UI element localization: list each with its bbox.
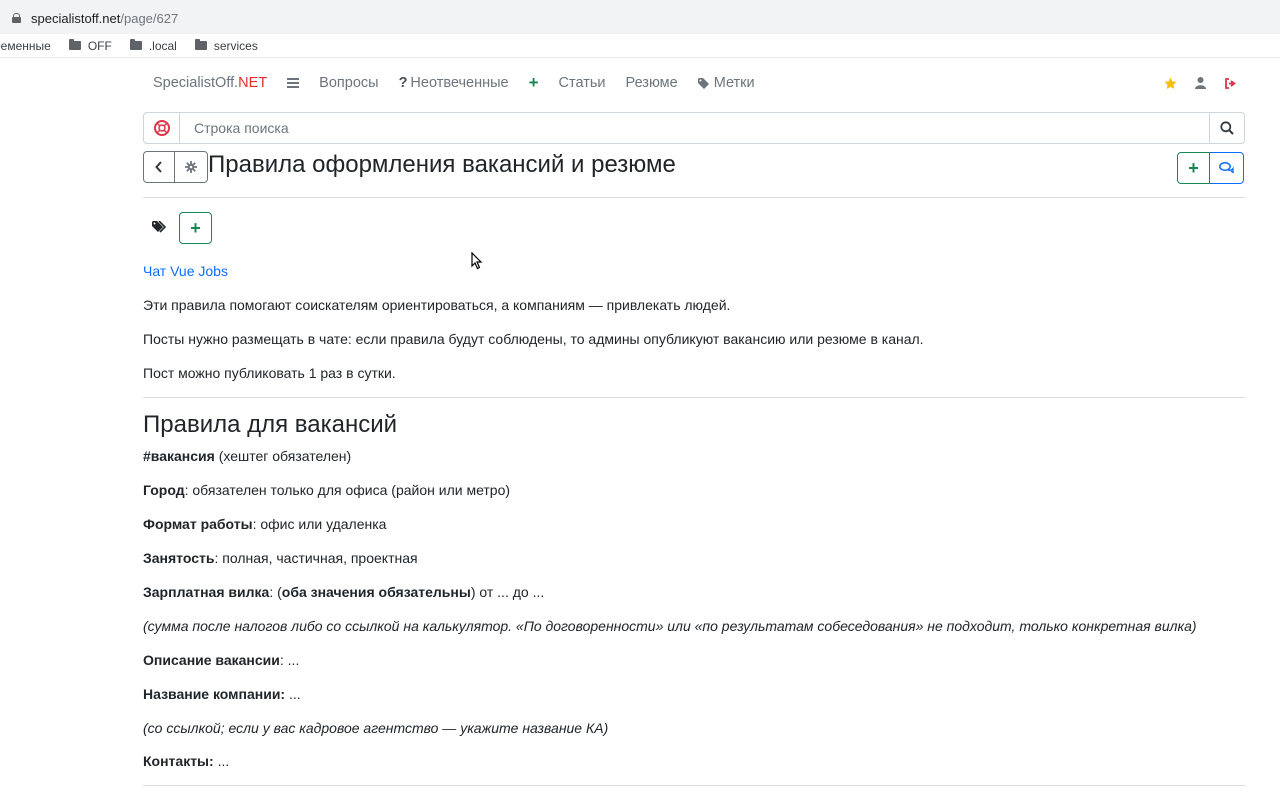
folder-icon: [68, 39, 81, 50]
bookmark-folder-local[interactable]: .local: [129, 38, 177, 53]
add-tag-button[interactable]: +: [179, 212, 212, 244]
chat-link[interactable]: Чат Vue Jobs: [143, 263, 228, 279]
back-button[interactable]: [143, 151, 175, 183]
rule-key: Занятость: [143, 550, 215, 566]
comments-icon: [1219, 162, 1234, 174]
rule-contacts: Контакты: ...: [143, 753, 1245, 769]
section-title: Правила для вакансий: [143, 411, 398, 438]
rule-key: Город: [143, 482, 185, 498]
logout-icon[interactable]: [1224, 77, 1237, 89]
bookmark-folder-off[interactable]: OFF: [68, 38, 112, 53]
folder-icon: [129, 39, 142, 50]
divider: [143, 197, 1245, 198]
address-bar[interactable]: specialistoff.net/page/627: [0, 6, 1266, 30]
star-icon[interactable]: [1164, 77, 1177, 90]
chevron-left-icon: [155, 161, 162, 173]
nav-questions[interactable]: Вопросы: [319, 75, 378, 91]
tag-icon: [697, 77, 709, 89]
rule-key: Описание вакансии: [143, 652, 280, 668]
site-navbar: SpecialistOff.NET Вопросы ? Неотвеченные …: [143, 68, 1245, 98]
bookmarks-bar: ременные OFF .local services: [0, 34, 1280, 58]
lock-icon: [12, 13, 21, 23]
folder-icon: [194, 39, 207, 50]
url-path: /page/627: [120, 10, 179, 26]
intro-paragraph: Посты нужно размещать в чате: если прави…: [143, 331, 924, 347]
rule-value: (хештег обязателен): [214, 448, 352, 464]
brand-link[interactable]: SpecialistOff.NET: [153, 75, 267, 91]
settings-button[interactable]: [174, 151, 208, 183]
rule-key: Название компании:: [143, 686, 286, 702]
bookmark-label: OFF: [87, 38, 112, 53]
add-button[interactable]: +: [1177, 152, 1210, 184]
brand-main: SpecialistOff.: [153, 75, 239, 91]
search-icon[interactable]: [1209, 113, 1244, 143]
browser-toolbar: specialistoff.net/page/627: [0, 0, 1280, 34]
lifebuoy-icon[interactable]: [144, 113, 180, 143]
rule-description: Описание вакансии: ...: [143, 652, 1245, 668]
rule-key: Зарплатная вилка: [143, 584, 270, 600]
search-input[interactable]: [180, 113, 1209, 143]
question-icon: ?: [398, 75, 408, 91]
search-bar: [143, 112, 1245, 144]
nav-resume[interactable]: Резюме: [626, 75, 678, 91]
rule-value: : (: [269, 584, 282, 600]
brand-accent: NET: [238, 75, 268, 91]
intro-paragraph: Пост можно публиковать 1 раз в сутки.: [143, 365, 396, 381]
rule-format: Формат работы: офис или удаленка: [143, 516, 1245, 532]
tags-icon: [152, 220, 168, 239]
rule-value: : ...: [279, 652, 300, 668]
rule-salary: Зарплатная вилка: (оба значения обязател…: [143, 584, 1245, 600]
divider: [143, 397, 1245, 398]
rule-city: Город: обязателен только для офиса (райо…: [143, 482, 1245, 498]
rule-key: оба значения обязательны: [281, 584, 471, 600]
plus-icon: +: [190, 218, 201, 238]
rule-key: Контакты:: [143, 753, 214, 769]
mouse-cursor-icon: [471, 252, 483, 270]
rule-key: #вакансия: [143, 448, 215, 464]
plus-icon[interactable]: +: [529, 73, 539, 93]
gear-icon: [185, 161, 197, 173]
company-note: (со ссылкой; если у вас кадровое агентст…: [143, 720, 609, 736]
intro-paragraph: Эти правила помогают соискателям ориенти…: [143, 297, 731, 313]
bookmark-label: services: [213, 38, 258, 53]
menu-icon[interactable]: [287, 78, 300, 88]
chat-link-row: Чат Vue Jobs: [143, 263, 1245, 279]
rule-value: : полная, частичная, проектная: [214, 550, 418, 566]
divider: [143, 785, 1245, 786]
bookmark-label: .local: [148, 38, 177, 53]
nav-unanswered-label: Неотвеченные: [410, 75, 509, 91]
nav-articles[interactable]: Статьи: [559, 75, 606, 91]
user-icon[interactable]: [1195, 77, 1206, 89]
rule-key: Формат работы: [143, 516, 253, 532]
salary-note: (сумма после налогов либо со ссылкой на …: [143, 618, 1197, 634]
plus-icon: +: [1188, 158, 1199, 178]
rule-company: Название компании: ...: [143, 686, 1245, 702]
rule-employment: Занятость: полная, частичная, проектная: [143, 550, 1245, 566]
rule-value: : офис или удаленка: [252, 516, 387, 532]
bookmark-folder-services[interactable]: services: [194, 38, 258, 53]
bookmark-item[interactable]: ременные: [0, 39, 51, 53]
rule-value: : обязателен только для офиса (район или…: [184, 482, 511, 498]
rule-value: ...: [213, 753, 230, 769]
nav-tags[interactable]: Метки: [697, 75, 755, 91]
comments-button[interactable]: [1209, 152, 1244, 184]
rule-hashtag: #вакансия (хештег обязателен): [143, 448, 1245, 464]
url-host: specialistoff.net: [31, 10, 121, 26]
nav-unanswered[interactable]: ? Неотвеченные: [399, 75, 509, 91]
page-title: Правила оформления вакансий и резюме: [208, 151, 676, 178]
rule-value: ...: [285, 686, 301, 702]
bookmark-label: ременные: [0, 38, 51, 53]
nav-right-icons: [1146, 77, 1245, 90]
nav-tags-label: Метки: [713, 75, 755, 91]
rule-value: ) от ... до ...: [470, 584, 545, 600]
